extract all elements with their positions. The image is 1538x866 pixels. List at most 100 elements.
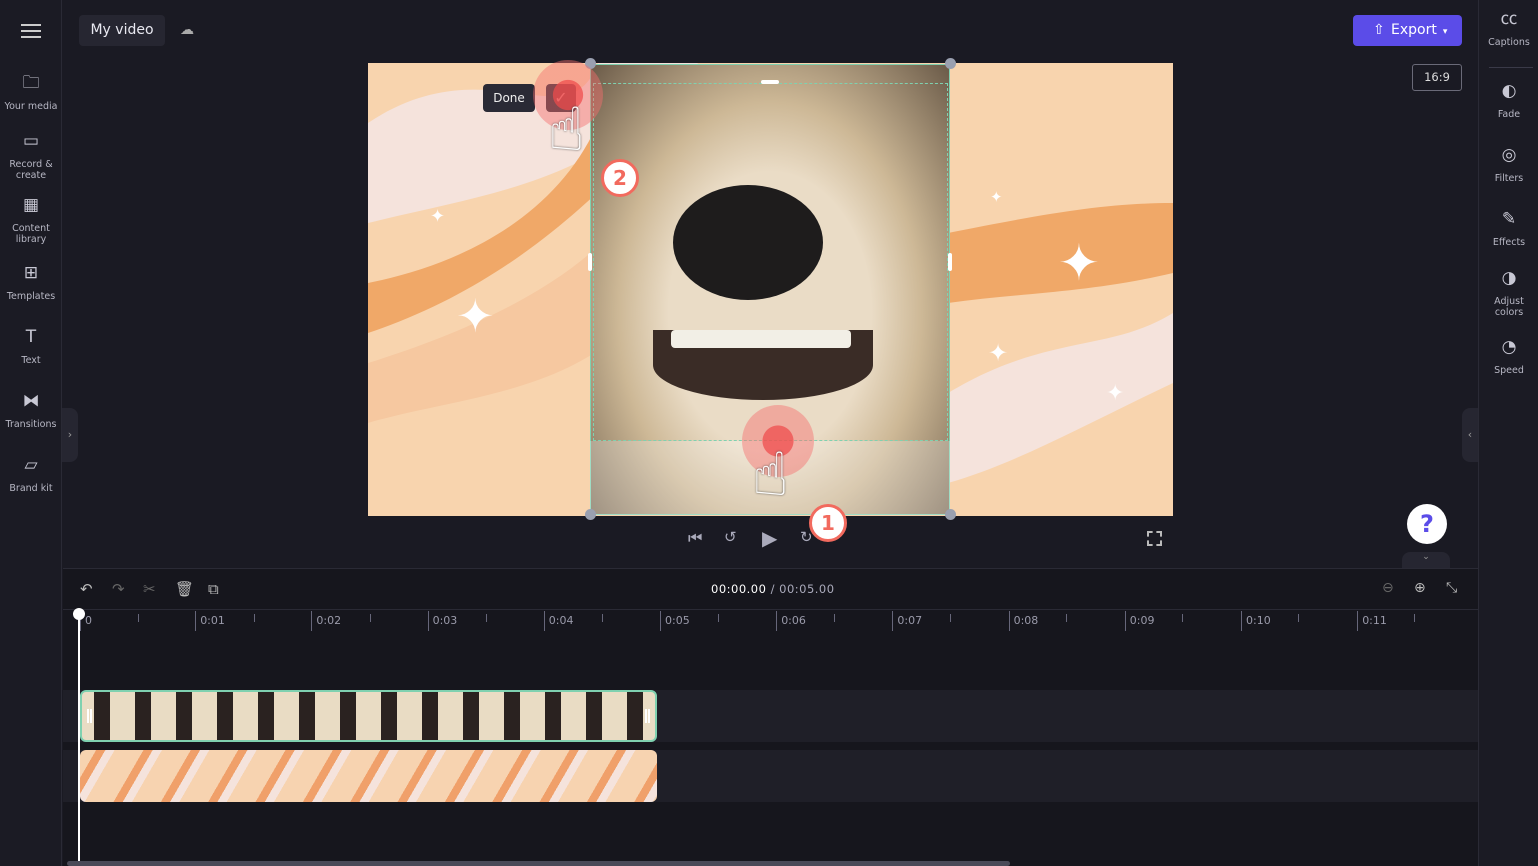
ruler-minor-tick [1298,614,1299,622]
duplicate-icon[interactable]: ⧉ [208,580,219,598]
undo-icon[interactable]: ↶ [80,580,93,598]
clip-trim-handle-left[interactable] [87,709,92,723]
folder-icon: 🗀 [22,73,40,93]
current-time: 00:00.00 [711,582,767,596]
hand-pointer-icon: ☝ [752,440,789,510]
play-icon[interactable]: ▶ [762,526,777,550]
rightbar-item-adjust-colors[interactable]: ◑ Adjust colors [1479,268,1538,319]
ruler-tick: 0:08 [1008,611,1038,631]
delete-icon[interactable]: 🗑 [175,580,194,598]
ruler-tick: 0:06 [776,611,806,631]
rightbar-item-label: Filters [1494,173,1524,184]
playhead[interactable] [78,610,80,866]
rightbar-item-filters[interactable]: ◎ Filters [1479,145,1538,185]
sidebar-item-library[interactable]: ▦ Content library [0,195,62,246]
crop-handle-top[interactable] [761,80,779,84]
ruler-tick: 0:09 [1124,611,1155,631]
skip-back-icon[interactable]: ⏮ [688,528,702,548]
sidebar-item-label: Brand kit [9,483,53,494]
background-clip[interactable] [80,750,657,802]
scissors-icon[interactable]: ✂ [143,580,156,598]
right-sidebar: ㏄ Captions ◐ Fade ◎ Filters ✎ Effects ◑ Adjust co… [1478,0,1538,866]
redo-icon[interactable]: ↷ [112,580,125,598]
sidebar-item-camera[interactable]: ▭ Record & create [0,133,62,182]
ruler-tick: 0:03 [427,611,457,631]
ruler-tick: 0:11 [1357,611,1387,631]
collapse-preview-button[interactable]: ⌄ [1402,552,1450,568]
captions-icon: ㏄ [1500,9,1518,29]
hand-pointer-icon: ☝ [548,95,585,165]
sidebar-item-label: Transitions [5,419,57,430]
filters-icon: ◎ [1501,145,1517,165]
export-button[interactable]: ⇧ Export ▾ [1353,15,1462,46]
sidebar-item-label: Templates [6,291,56,302]
aspect-ratio-button[interactable]: 16:9 [1412,64,1462,91]
expand-right-panel-button[interactable]: ‹ [1462,408,1478,462]
adjust-colors-icon: ◑ [1501,268,1517,288]
resize-handle[interactable] [945,58,956,69]
upload-icon: ⇧ [1373,22,1385,38]
sidebar-item-brand-kit[interactable]: ▱ Brand kit [0,455,62,495]
ruler-minor-tick [370,614,371,622]
ruler-minor-tick [486,614,487,622]
library-icon: ▦ [22,195,40,215]
zoom-in-icon[interactable]: ⊕ [1414,580,1426,596]
menu-icon[interactable] [21,24,41,38]
sidebar-item-label: Your media [4,101,58,112]
ruler-tick: 0:05 [660,611,690,631]
resize-handle[interactable] [945,509,956,520]
rightbar-item-speed[interactable]: ◔ Speed [1479,337,1538,377]
crop-handle-left[interactable] [588,253,592,271]
cloud-off-icon[interactable]: ☁ [180,22,198,40]
fit-timeline-icon[interactable]: ⤡ [1446,580,1457,596]
expand-panel-button[interactable]: › [62,408,78,462]
sparkle-icon: ✦ [990,188,1003,206]
ruler-tick: 0:01 [195,611,225,631]
horizontal-scrollbar[interactable] [67,861,1010,866]
ruler-minor-tick [834,614,835,622]
rightbar-item-label: Adjust colors [1494,296,1524,318]
step-badge: 1 [809,504,847,542]
ruler-tick: 0:02 [311,611,341,631]
clip-trim-handle-right[interactable] [645,709,650,723]
sidebar-item-text[interactable]: T Text [0,329,62,367]
rightbar-item-fade[interactable]: ◐ Fade [1479,83,1538,121]
sparkle-icon: ✦ [430,206,446,227]
export-label: Export [1391,22,1437,38]
ruler-minor-tick [950,614,951,622]
sparkle-icon: ✦ [456,289,495,343]
sidebar-item-transitions[interactable]: ⧓ Transitions [0,393,62,431]
dog-clip[interactable] [80,690,657,742]
ruler-tick: 0:10 [1241,611,1271,631]
rightbar-item-label: Captions [1488,37,1530,48]
zoom-out-icon[interactable]: ⊖ [1382,580,1394,596]
sparkle-icon: ✦ [1058,234,1100,292]
left-sidebar: 🗀 Your media ▭ Record & create ▦ Content libr… [0,0,78,866]
rightbar-item-effects[interactable]: ✎ Effects [1479,211,1538,249]
help-button[interactable]: ? [1407,504,1447,544]
ruler-tick: 0:07 [892,611,922,631]
crop-area[interactable] [593,83,948,441]
ruler-minor-tick [1066,614,1067,622]
rightbar-item-label: Fade [1497,109,1521,120]
forward-5-icon[interactable]: ↻ [800,528,813,546]
sidebar-item-folder[interactable]: 🗀 Your media [0,73,62,113]
brand-kit-icon: ▱ [24,455,38,475]
playhead-knob[interactable] [73,608,85,620]
resize-handle[interactable] [585,509,596,520]
sidebar-item-label: Content library [12,223,50,245]
sidebar-item-label: Text [21,355,41,366]
sidebar-item-templates[interactable]: ⊞ Templates [0,265,62,303]
step-badge: 2 [601,159,639,197]
project-title[interactable]: My video [79,15,165,46]
rewind-5-icon[interactable]: ↺ [724,528,737,546]
ruler-minor-tick [602,614,603,622]
crop-handle-right[interactable] [948,253,952,271]
ruler-minor-tick [1182,614,1183,622]
ruler-minor-tick [718,614,719,622]
speed-icon: ◔ [1501,337,1517,357]
rightbar-item-captions[interactable]: ㏄ Captions [1479,9,1538,49]
fullscreen-icon[interactable] [1147,531,1162,546]
rightbar-item-label: Speed [1494,365,1524,376]
rightbar-item-label: Effects [1492,237,1526,248]
